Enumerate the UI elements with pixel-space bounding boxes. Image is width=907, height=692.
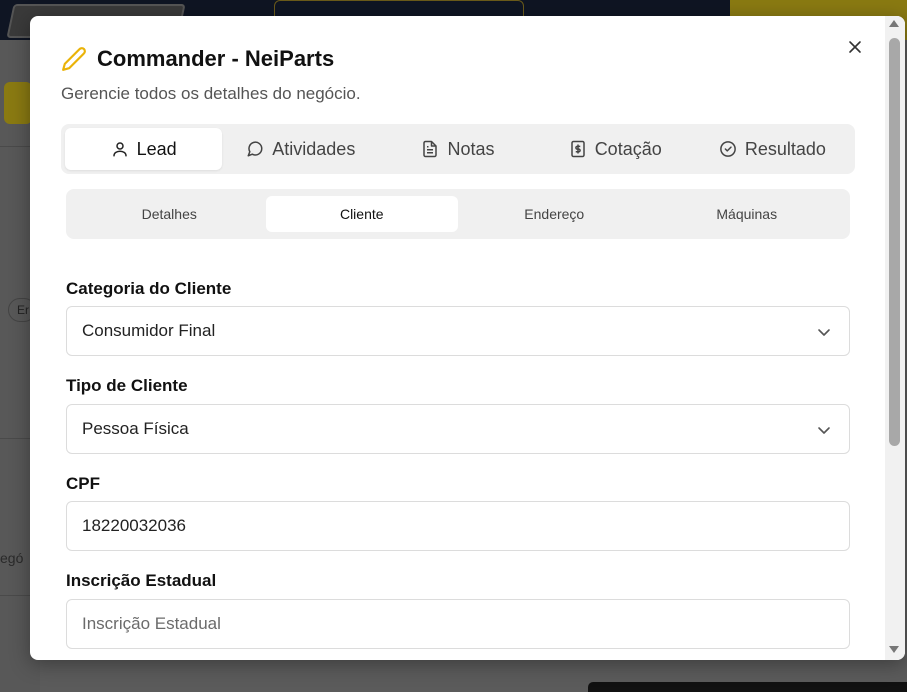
tipo-value: Pessoa Física: [82, 419, 189, 438]
tab-atividades[interactable]: Atividades: [222, 128, 379, 170]
tipo-select[interactable]: Pessoa Física: [66, 404, 850, 454]
background-menu-button: [4, 82, 32, 124]
scrollbar-thumb[interactable]: [889, 38, 900, 446]
background-partial-text: egó: [0, 550, 24, 566]
file-text-icon: [423, 140, 438, 158]
tipo-label: Tipo de Cliente: [66, 376, 188, 395]
tab-label: Cotação: [594, 138, 662, 159]
tab-cotacao[interactable]: Cotação: [537, 128, 694, 170]
close-icon: [849, 41, 861, 53]
tab-resultado[interactable]: Resultado: [694, 128, 851, 170]
inscricao-placeholder: Inscrição Estadual: [82, 614, 221, 633]
user-icon: [112, 142, 127, 157]
sub-tabs: Detalhes Cliente Endereço Máquinas: [66, 189, 850, 239]
pencil-icon: [62, 47, 86, 71]
tab-label: Atividades: [272, 138, 356, 159]
subtab-endereco[interactable]: Endereço: [458, 196, 651, 232]
inscricao-label: Inscrição Estadual: [66, 571, 217, 590]
inscricao-input[interactable]: Inscrição Estadual: [66, 599, 850, 649]
dollar-doc-icon: [570, 140, 585, 158]
scroll-down-arrow-icon[interactable]: [889, 646, 899, 653]
tab-label: Lead: [136, 138, 177, 159]
categoria-value: Consumidor Final: [82, 321, 216, 340]
cpf-value: 18220032036: [82, 516, 187, 535]
scroll-up-arrow-icon[interactable]: [889, 20, 899, 27]
message-circle-icon: [247, 141, 263, 157]
main-tabs: Lead Atividades Notas Cotação Resultado: [61, 124, 855, 174]
background-horizontal-scrollbar: [588, 682, 907, 692]
tab-label: Resultado: [744, 138, 826, 159]
modal-header: Commander - NeiParts: [61, 46, 334, 72]
lead-modal: Commander - NeiParts Gerencie todos os d…: [30, 16, 905, 660]
subtab-detalhes[interactable]: Detalhes: [73, 196, 266, 232]
chevron-down-icon: [818, 329, 830, 336]
categoria-label: Categoria do Cliente: [66, 279, 232, 298]
check-circle-icon: [720, 141, 736, 157]
modal-subtitle: Gerencie todos os detalhes do negócio.: [61, 84, 361, 103]
tab-notas[interactable]: Notas: [379, 128, 536, 170]
chevron-down-icon: [818, 427, 830, 434]
tab-label: Notas: [447, 138, 495, 159]
modal-title: Commander - NeiParts: [97, 46, 335, 71]
subtab-maquinas[interactable]: Máquinas: [651, 196, 844, 232]
close-button[interactable]: [844, 36, 866, 58]
subtab-cliente[interactable]: Cliente: [265, 196, 458, 232]
tab-lead[interactable]: Lead: [65, 128, 223, 170]
cpf-label: CPF: [66, 474, 100, 493]
categoria-select[interactable]: Consumidor Final: [66, 306, 850, 356]
cpf-input[interactable]: 18220032036: [66, 501, 850, 551]
